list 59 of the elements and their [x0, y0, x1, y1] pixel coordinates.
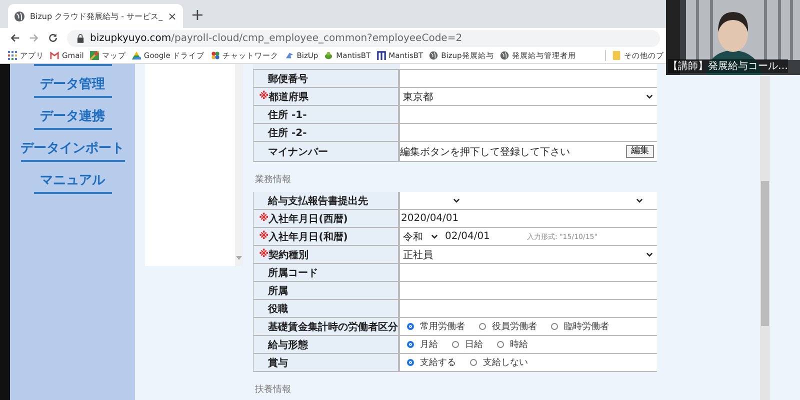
scrollbar[interactable]: [235, 64, 243, 266]
radio-option[interactable]: 支給しない: [470, 356, 528, 369]
lock-icon: [77, 34, 84, 42]
scrollbar[interactable]: [760, 76, 770, 400]
address-bar[interactable]: bizupkyuyo.com/payroll-cloud/cmp_employee_common?employeeCode=2: [67, 30, 660, 46]
scroll-down-icon: [236, 256, 242, 260]
globe-icon: [14, 10, 25, 22]
field-label: マイナンバー: [254, 142, 400, 161]
chevron-down-icon: [453, 198, 460, 203]
apps-grid-icon: [8, 51, 17, 60]
field-label: ※契約種別: [254, 246, 400, 263]
bug-icon: [324, 51, 334, 60]
field-label: 給与形態: [254, 336, 400, 353]
globe-icon: [500, 51, 509, 60]
radio-option[interactable]: 月給: [407, 338, 438, 351]
edit-button[interactable]: 編集: [626, 145, 654, 158]
field-label: 役職: [254, 300, 400, 317]
folder-icon: [612, 51, 621, 60]
url-text: bizupkyuyo.com/payroll-cloud/cmp_employee_common?employeeCode=2: [90, 32, 462, 44]
radio-option[interactable]: 役員労働者: [479, 320, 537, 333]
browser-tab[interactable]: Bizup クラウド発展給与 - サービス_ ×: [8, 4, 183, 28]
close-tab-button[interactable]: ×: [168, 10, 177, 22]
tab-title: Bizup クラウド発展給与 - サービス_: [30, 10, 163, 22]
field-label: 郵便番号: [254, 70, 400, 87]
new-tab-button[interactable]: +: [190, 4, 204, 28]
field-label: 給与支払報告書提出先: [254, 192, 400, 209]
radio-option[interactable]: 臨時労働者: [551, 320, 609, 333]
radio-option[interactable]: 日給: [452, 338, 483, 351]
map-icon: [90, 51, 99, 60]
participant-name: 【講師】発展給与コール…: [668, 59, 788, 73]
field-label: ※入社年月日(和暦): [254, 228, 400, 245]
field-label: 所属: [254, 282, 400, 299]
field-label: 賞与: [254, 354, 400, 371]
back-icon[interactable]: [10, 33, 20, 43]
radio-option[interactable]: 支給する: [407, 356, 456, 369]
m-logo-icon: [376, 51, 386, 60]
scroll-thumb[interactable]: [761, 180, 769, 326]
field-label: 住所 -1-: [254, 106, 400, 123]
field-label: 基礎賃金集計時の労働者区分: [254, 318, 400, 335]
radio-option[interactable]: 常用労働者: [407, 320, 465, 333]
chevron-down-icon: [431, 234, 438, 239]
section-title: 業務情報: [254, 174, 292, 187]
triangle-icon: [132, 51, 141, 60]
chevron-down-icon: [646, 94, 653, 99]
globe-icon: [429, 51, 438, 60]
radio-option[interactable]: 時給: [497, 338, 528, 351]
instruction-text: 編集ボタンを押下して登録して下さい: [400, 146, 570, 158]
bird-icon: [284, 51, 294, 60]
field-label: 所属コード: [254, 264, 400, 281]
mail-icon: [50, 51, 59, 60]
forward-icon[interactable]: [29, 33, 39, 43]
field-label: ※都道府県: [254, 88, 400, 105]
chevron-down-icon: [636, 198, 643, 203]
flower-icon: [210, 51, 220, 60]
reload-icon[interactable]: [48, 33, 58, 43]
field-label: 住所 -2-: [254, 124, 400, 141]
section-title: 扶養情報: [254, 384, 292, 397]
chevron-down-icon: [646, 252, 653, 257]
field-label: ※入社年月日(西暦): [254, 210, 400, 227]
